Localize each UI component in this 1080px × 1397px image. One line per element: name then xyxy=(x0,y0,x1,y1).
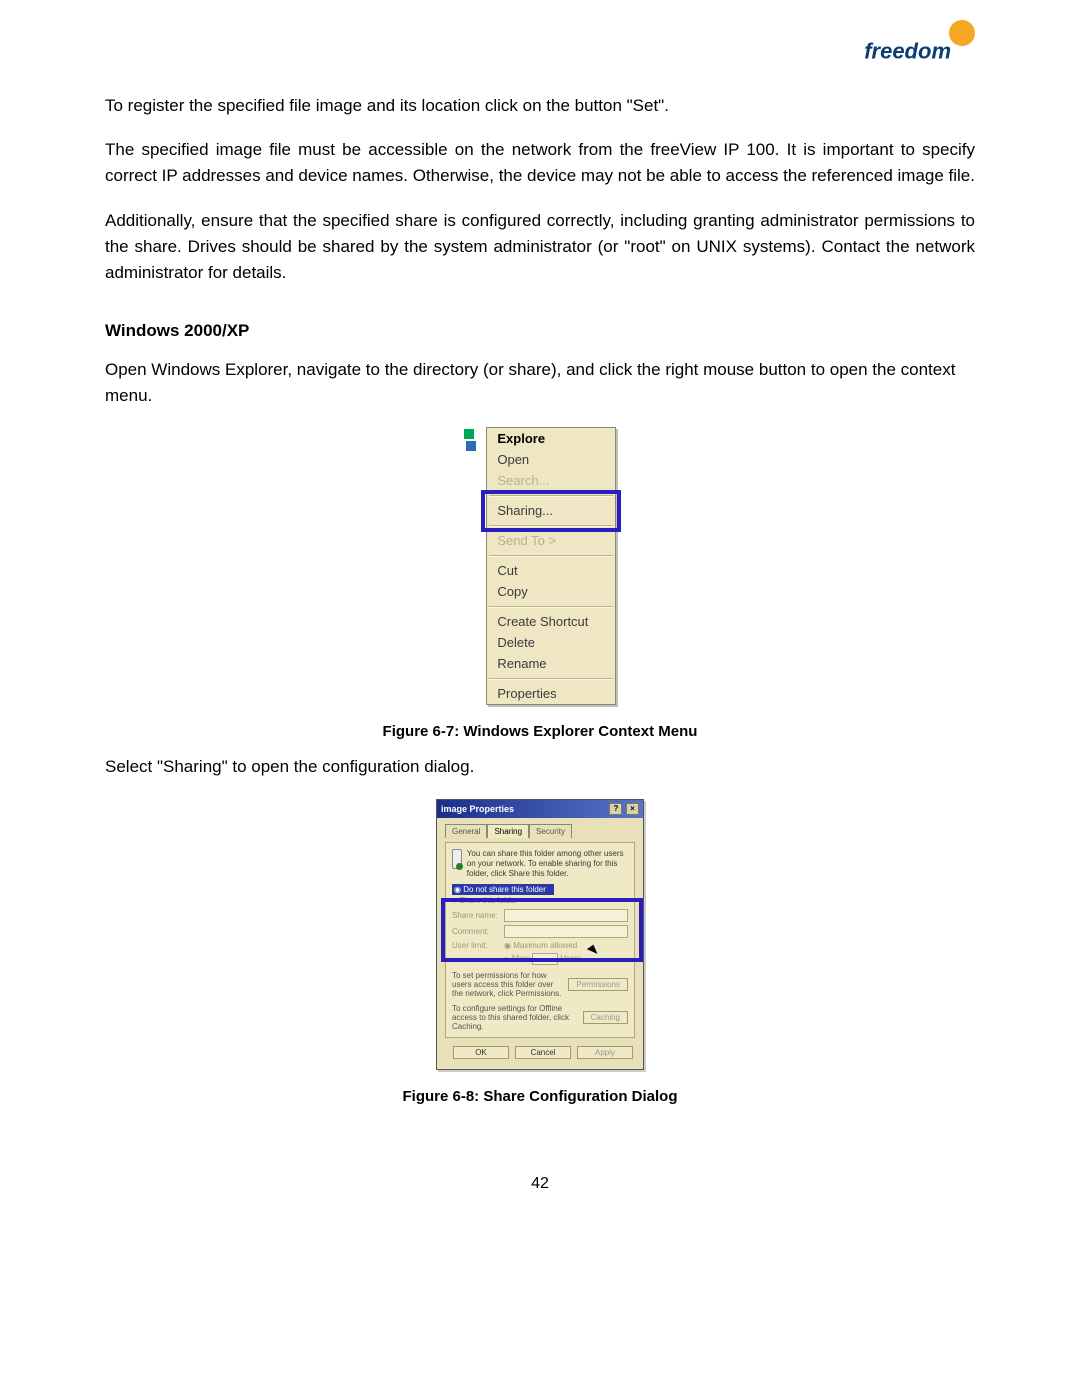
page-number: 42 xyxy=(105,1175,975,1193)
paragraph-3: Additionally, ensure that the specified … xyxy=(105,208,975,287)
radio-do-not-share[interactable]: ◉ Do not share this folder xyxy=(452,884,554,895)
section-heading: Windows 2000/XP xyxy=(105,321,975,341)
context-menu: Explore Open Search... Sharing... Send T… xyxy=(486,427,616,705)
menu-item-shortcut[interactable]: Create Shortcut xyxy=(487,611,615,632)
help-button[interactable]: ? xyxy=(609,803,622,815)
menu-item-search[interactable]: Search... xyxy=(487,470,615,491)
caching-text: To configure settings for Offline access… xyxy=(452,1004,583,1031)
permissions-text: To set permissions for how users access … xyxy=(452,971,568,998)
desktop-icon xyxy=(464,429,474,439)
paragraph-5: Select "Sharing" to open the configurati… xyxy=(105,754,975,780)
menu-item-sendto[interactable]: Send To > xyxy=(487,530,615,551)
cancel-button[interactable]: Cancel xyxy=(515,1046,571,1059)
menu-item-sharing[interactable]: Sharing... xyxy=(487,500,615,521)
input-share-name[interactable] xyxy=(504,909,628,922)
figure-caption-2: Figure 6-8: Share Configuration Dialog xyxy=(105,1088,975,1105)
dialog-title: image Properties xyxy=(441,804,514,814)
menu-item-delete[interactable]: Delete xyxy=(487,632,615,653)
permissions-button[interactable]: Permissions xyxy=(568,978,628,991)
menu-item-rename[interactable]: Rename xyxy=(487,653,615,674)
radio-share-folder[interactable]: ○ Share this folder xyxy=(452,895,628,906)
paragraph-2: The specified image file must be accessi… xyxy=(105,137,975,190)
radio-max-allowed[interactable]: Maximum allowed xyxy=(513,941,577,950)
logo-header: freedom xyxy=(105,30,975,65)
label-comment: Comment: xyxy=(452,927,500,936)
menu-item-cut[interactable]: Cut xyxy=(487,560,615,581)
menu-item-explore[interactable]: Explore xyxy=(487,428,615,449)
caching-button[interactable]: Caching xyxy=(583,1011,628,1024)
logo-text: freedom xyxy=(864,39,951,64)
paragraph-4: Open Windows Explorer, navigate to the d… xyxy=(105,357,975,410)
figure-caption-1: Figure 6-7: Windows Explorer Context Men… xyxy=(105,723,975,740)
menu-item-open[interactable]: Open xyxy=(487,449,615,470)
logo-ball-icon xyxy=(949,20,975,46)
tab-general[interactable]: General xyxy=(445,824,487,838)
dialog-description: You can share this folder among other us… xyxy=(467,849,628,879)
apply-button[interactable]: Apply xyxy=(577,1046,633,1059)
radio-allow[interactable]: Allow xyxy=(511,954,530,963)
paragraph-1: To register the specified file image and… xyxy=(105,93,975,119)
input-user-count[interactable] xyxy=(532,953,558,965)
label-user-limit: User limit: xyxy=(452,941,500,950)
menu-item-copy[interactable]: Copy xyxy=(487,581,615,602)
ok-button[interactable]: OK xyxy=(453,1046,509,1059)
folder-icon xyxy=(466,441,476,451)
input-comment[interactable] xyxy=(504,925,628,938)
share-folder-icon xyxy=(452,849,462,869)
properties-dialog: image Properties ? × General Sharing Sec… xyxy=(436,799,644,1070)
label-share-name: Share name: xyxy=(452,911,500,920)
menu-item-properties[interactable]: Properties xyxy=(487,683,615,704)
close-button[interactable]: × xyxy=(626,803,639,815)
figure-share-dialog: image Properties ? × General Sharing Sec… xyxy=(105,799,975,1070)
tab-security[interactable]: Security xyxy=(529,824,572,838)
tab-sharing[interactable]: Sharing xyxy=(487,824,529,838)
figure-context-menu: Explore Open Search... Sharing... Send T… xyxy=(105,427,975,705)
